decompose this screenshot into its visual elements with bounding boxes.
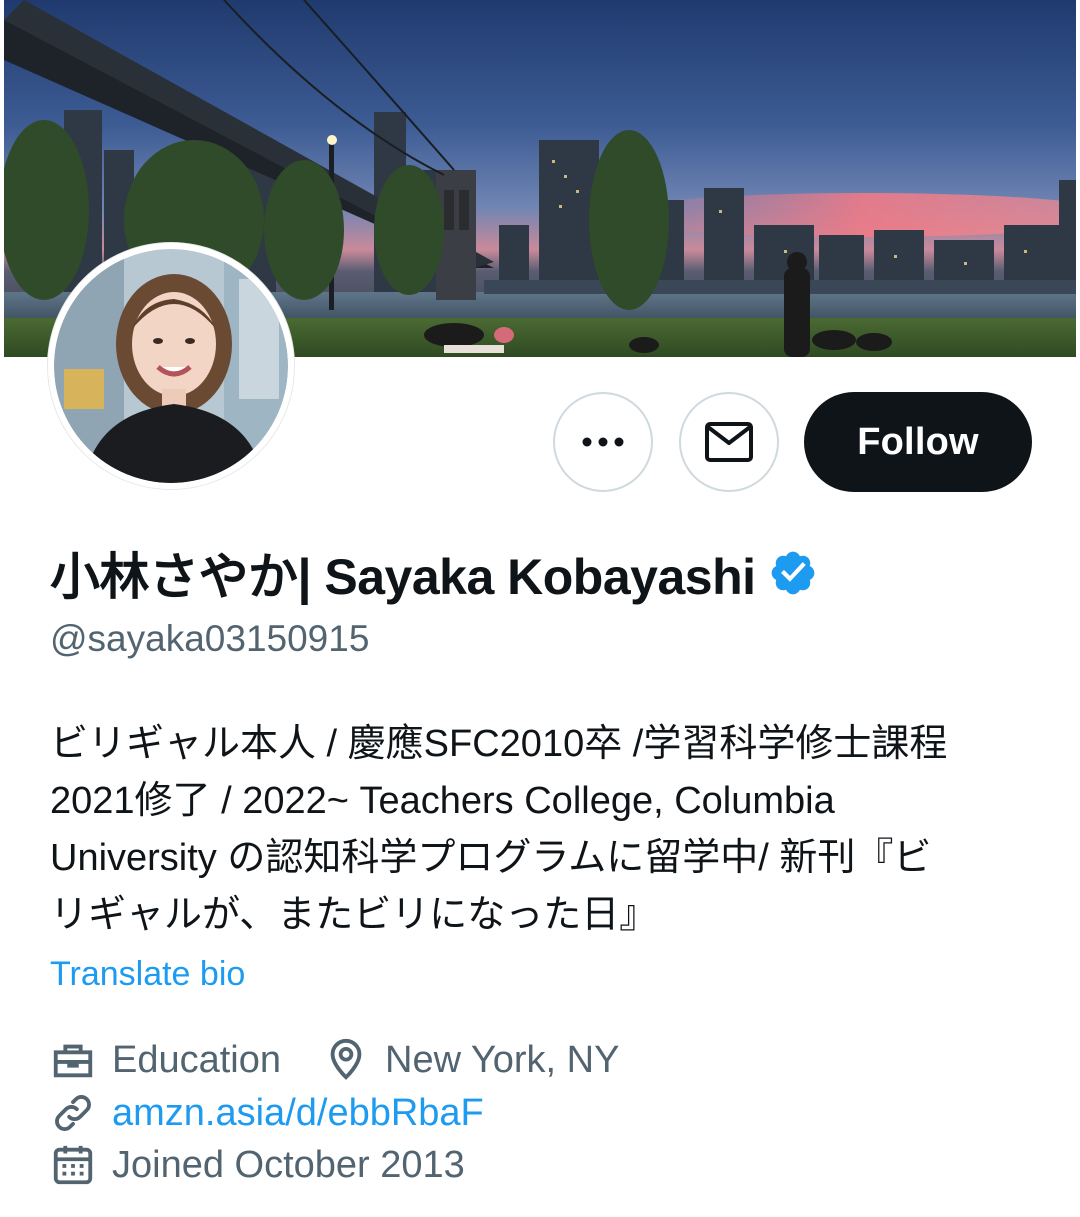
bio-line: リギャルが、またビリになった日』 (50, 894, 658, 936)
translate-bio-link[interactable]: Translate bio (50, 955, 245, 994)
location-label: New York, NY (385, 1038, 620, 1081)
calendar-icon (53, 1145, 93, 1185)
location-item: New York, NY (323, 1037, 619, 1083)
profile-meta-row: Education New York, NY (50, 1037, 619, 1083)
link-icon (55, 1095, 91, 1131)
map-pin-icon (330, 1038, 362, 1080)
profile-bio: ビリギャル本人 / 慶應SFC2010卒 /学習科学修士課程 2021修了 / … (50, 716, 1030, 944)
category-item: Education (50, 1037, 281, 1083)
bio-line: 2021修了 / 2022~ Teachers College, Columbi… (50, 780, 835, 822)
bio-line: ビリギャル本人 / 慶應SFC2010卒 /学習科学修士課程 (50, 723, 948, 765)
profile-page: Follow 小林さやか| Sayaka Kobayashi @sayaka03… (0, 0, 1080, 1217)
message-button[interactable] (679, 392, 779, 492)
joined-label: Joined October 2013 (112, 1143, 465, 1186)
bio-line: University の認知科学プログラムに留学中/ 新刊『ビ (50, 837, 932, 879)
joined-item: Joined October 2013 (50, 1142, 465, 1188)
website-link[interactable]: amzn.asia/d/ebbRbaF (112, 1092, 484, 1135)
envelope-icon (705, 422, 753, 462)
more-horizontal-icon (582, 437, 624, 447)
follow-button[interactable]: Follow (804, 392, 1032, 492)
follow-button-label: Follow (857, 420, 979, 463)
more-options-button[interactable] (553, 392, 653, 492)
verified-badge-icon (771, 551, 814, 595)
website-item: amzn.asia/d/ebbRbaF (50, 1090, 484, 1136)
profile-handle: @sayaka03150915 (50, 618, 370, 659)
display-name: 小林さやか| Sayaka Kobayashi (50, 549, 756, 605)
profile-avatar[interactable] (48, 243, 294, 489)
briefcase-icon (53, 1044, 93, 1078)
display-name-row: 小林さやか| Sayaka Kobayashi (50, 540, 818, 606)
category-label: Education (112, 1038, 282, 1081)
profile-meta-row: Joined October 2013 (50, 1142, 465, 1188)
profile-meta-row: amzn.asia/d/ebbRbaF (50, 1090, 484, 1136)
